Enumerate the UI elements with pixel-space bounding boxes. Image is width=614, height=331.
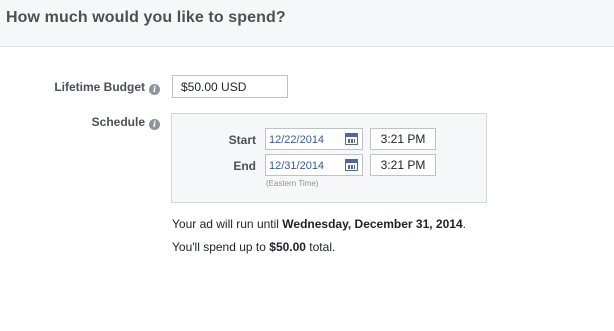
info-icon[interactable]: i xyxy=(149,119,160,130)
spend-amount: $50.00 xyxy=(269,240,306,254)
calendar-icon[interactable] xyxy=(345,133,358,145)
run-suffix: . xyxy=(462,217,466,231)
lifetime-budget-input[interactable]: $50.00 USD xyxy=(172,75,288,98)
run-prefix: Your ad will run until xyxy=(172,217,283,231)
spend-prefix: You'll spend up to xyxy=(172,240,270,254)
end-date-field[interactable]: 12/31/2014 xyxy=(265,154,363,176)
timezone-note: (Eastern Time) xyxy=(266,179,319,188)
lifetime-budget-label-text: Lifetime Budget xyxy=(54,80,145,94)
start-date-value: 12/22/2014 xyxy=(269,134,325,146)
run-until-message: Your ad will run until Wednesday, Decemb… xyxy=(172,217,466,231)
spend-total-message: You'll spend up to $50.00 total. xyxy=(172,240,335,254)
start-label: Start xyxy=(228,133,256,147)
start-date-field[interactable]: 12/22/2014 xyxy=(265,128,363,150)
end-date-value: 12/31/2014 xyxy=(269,160,325,172)
calendar-icon[interactable] xyxy=(345,159,358,171)
start-time-field[interactable]: 3:21 PM xyxy=(370,128,436,150)
end-label: End xyxy=(233,159,256,173)
run-date: Wednesday, December 31, 2014 xyxy=(282,217,463,231)
schedule-label: Schedule i xyxy=(40,115,160,130)
end-time-field[interactable]: 3:21 PM xyxy=(370,154,436,176)
lifetime-budget-label: Lifetime Budget i xyxy=(40,80,160,95)
page-title: How much would you like to spend? xyxy=(6,9,286,26)
info-icon[interactable]: i xyxy=(149,84,160,95)
page-header: How much would you like to spend? xyxy=(0,0,614,47)
schedule-label-text: Schedule xyxy=(91,115,145,129)
spend-suffix: total. xyxy=(305,240,336,254)
